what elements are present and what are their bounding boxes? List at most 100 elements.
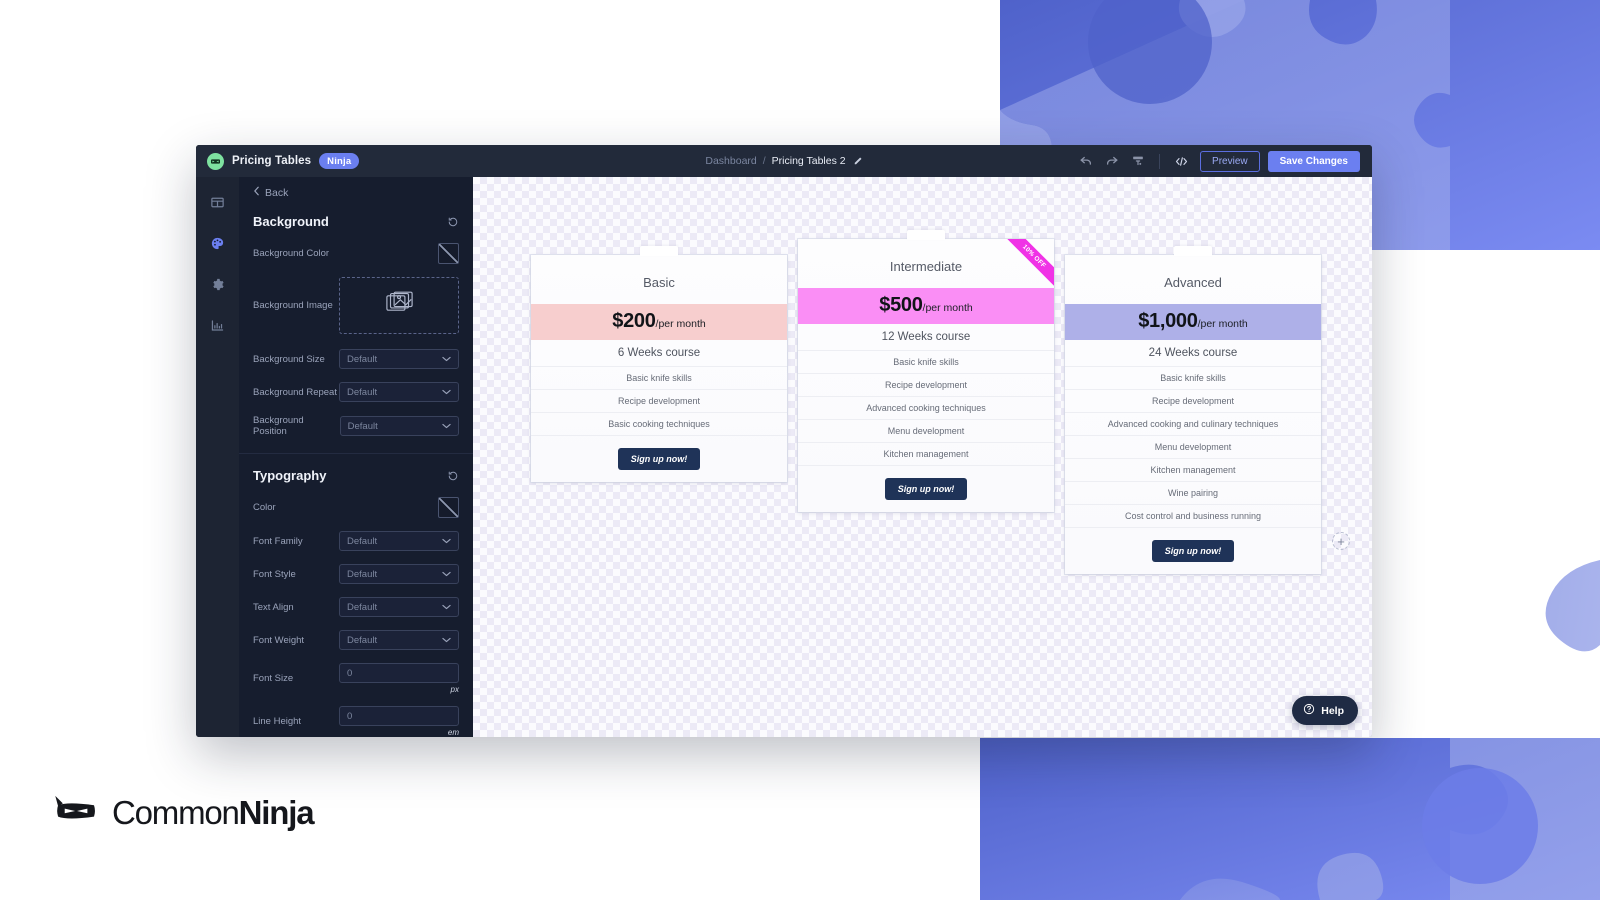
feature-item: Wine pairing	[1065, 482, 1321, 505]
background-size-select[interactable]: Default	[339, 349, 459, 369]
price-band: $500 /per month	[798, 288, 1054, 324]
signup-button[interactable]: Sign up now!	[884, 478, 968, 500]
font-size-input[interactable]: 0	[339, 663, 459, 683]
logo-text-common: Common	[112, 793, 240, 831]
price-band: $1,000 /per month	[1065, 304, 1321, 340]
line-height-input[interactable]: 0	[339, 706, 459, 726]
chevron-down-icon	[442, 538, 451, 544]
text-align-select[interactable]: Default	[339, 597, 459, 617]
feature-item: Menu development	[1065, 436, 1321, 459]
rail-item-settings-gear[interactable]	[207, 273, 229, 295]
row-line-height: Line Height 0 em	[253, 706, 459, 737]
select-value: Default	[347, 386, 378, 398]
logo-wordmark: CommonNinja	[112, 793, 315, 832]
row-label: Font Style	[253, 568, 296, 580]
font-weight-select[interactable]: Default	[339, 630, 459, 650]
section-typography: Typography Color Font Family Default Fon…	[239, 454, 473, 737]
select-value: Default	[347, 634, 378, 646]
card-drag-tab[interactable]	[907, 230, 945, 240]
row-font-weight: Font Weight Default	[253, 630, 459, 650]
app-title: Pricing Tables	[232, 155, 312, 167]
undo-arrow-icon[interactable]	[1073, 148, 1099, 174]
history-reset-icon[interactable]	[447, 216, 459, 228]
help-widget-button[interactable]: Help	[1292, 696, 1358, 725]
rail-item-analytics-chart[interactable]	[207, 314, 229, 336]
back-button[interactable]: Back	[239, 177, 473, 208]
feature-item: Kitchen management	[1065, 459, 1321, 482]
settings-panel: Back Background Background Color Backgro…	[239, 177, 473, 737]
redo-arrow-icon[interactable]	[1099, 148, 1125, 174]
feature-item: Recipe development	[1065, 390, 1321, 413]
pricing-card-advanced[interactable]: Advanced $1,000 /per month 24 Weeks cour…	[1065, 246, 1321, 574]
background-color-swatch[interactable]	[438, 243, 459, 264]
feature-item: Recipe development	[798, 374, 1054, 397]
pricing-card-basic[interactable]: Basic $200 /per month 6 Weeks course Bas…	[531, 246, 787, 482]
feature-item: Cost control and business running	[1065, 505, 1321, 528]
signup-button[interactable]: Sign up now!	[617, 448, 701, 470]
pencil-icon[interactable]	[854, 156, 863, 167]
select-value: Default	[347, 568, 378, 580]
background-image-dropzone[interactable]	[339, 277, 459, 334]
row-label: Background Image	[253, 300, 333, 311]
typography-color-swatch[interactable]	[438, 497, 459, 518]
feature-item: Basic knife skills	[531, 367, 787, 390]
feature-item: Menu development	[798, 420, 1054, 443]
row-label: Background Repeat	[253, 386, 337, 398]
code-brackets-icon[interactable]	[1168, 148, 1194, 174]
rail-item-palette[interactable]	[207, 232, 229, 254]
images-placeholder-icon	[385, 291, 413, 320]
row-label: Color	[253, 502, 276, 513]
preview-button[interactable]: Preview	[1200, 150, 1260, 172]
row-label: Font Weight	[253, 634, 305, 646]
feature-item: Advanced cooking techniques	[798, 397, 1054, 420]
chevron-left-icon	[253, 186, 260, 199]
icon-rail	[196, 177, 239, 737]
row-background-image: Background Image	[253, 277, 459, 334]
card-drag-tab[interactable]	[640, 246, 678, 256]
row-font-size: Font Size 0 px	[253, 663, 459, 694]
add-card-button[interactable]: +	[1332, 532, 1350, 550]
price-period: /per month	[1197, 318, 1248, 330]
card-title: Basic	[643, 275, 675, 290]
background-repeat-select[interactable]: Default	[339, 382, 459, 402]
font-size-unit: px	[450, 685, 459, 694]
background-position-select[interactable]: Default	[339, 416, 459, 436]
ninja-mask-logo-icon	[207, 152, 224, 170]
row-background-size: Background Size Default	[253, 349, 459, 369]
section-title: Background	[253, 214, 329, 229]
layout-device-icon[interactable]	[1125, 148, 1151, 174]
pricing-card-intermediate[interactable]: 10% OFF Intermediate $500 /per month 12 …	[798, 230, 1054, 512]
font-family-select[interactable]: Default	[339, 531, 459, 551]
row-font-family: Font Family Default	[253, 531, 459, 551]
chevron-down-icon	[442, 423, 451, 429]
signup-button[interactable]: Sign up now!	[1151, 540, 1235, 562]
select-value: Default	[347, 535, 378, 547]
chevron-down-icon	[442, 571, 451, 577]
feature-item: Basic cooking techniques	[531, 413, 787, 436]
breadcrumb-dashboard[interactable]: Dashboard	[705, 155, 756, 167]
card-title: Intermediate	[889, 259, 963, 274]
row-background-repeat: Background Repeat Default	[253, 382, 459, 402]
breadcrumb-separator: /	[762, 155, 766, 167]
row-label: Text Align	[253, 601, 294, 613]
feature-heading: 24 Weeks course	[1065, 340, 1321, 367]
feature-heading: 6 Weeks course	[531, 340, 787, 367]
section-header: Typography	[253, 454, 459, 497]
rail-item-grid-table[interactable]	[207, 191, 229, 213]
feature-item: Recipe development	[531, 390, 787, 413]
font-style-select[interactable]: Default	[339, 564, 459, 584]
history-reset-icon[interactable]	[447, 470, 459, 482]
ninja-mask-icon	[52, 793, 102, 832]
chevron-down-icon	[442, 604, 451, 610]
save-changes-button[interactable]: Save Changes	[1267, 150, 1360, 172]
row-label: Background Position	[253, 415, 304, 437]
toolbar-actions: Preview Save Changes	[1073, 148, 1372, 174]
price-band: $200 /per month	[531, 304, 787, 340]
price-amount: $200	[612, 310, 656, 332]
row-text-align: Text Align Default	[253, 597, 459, 617]
card-drag-tab[interactable]	[1174, 246, 1212, 256]
app-brand: Pricing Tables Ninja	[196, 152, 360, 170]
chevron-down-icon	[442, 389, 451, 395]
price-amount: $1,000	[1138, 310, 1198, 332]
price-amount: $500	[879, 294, 923, 316]
